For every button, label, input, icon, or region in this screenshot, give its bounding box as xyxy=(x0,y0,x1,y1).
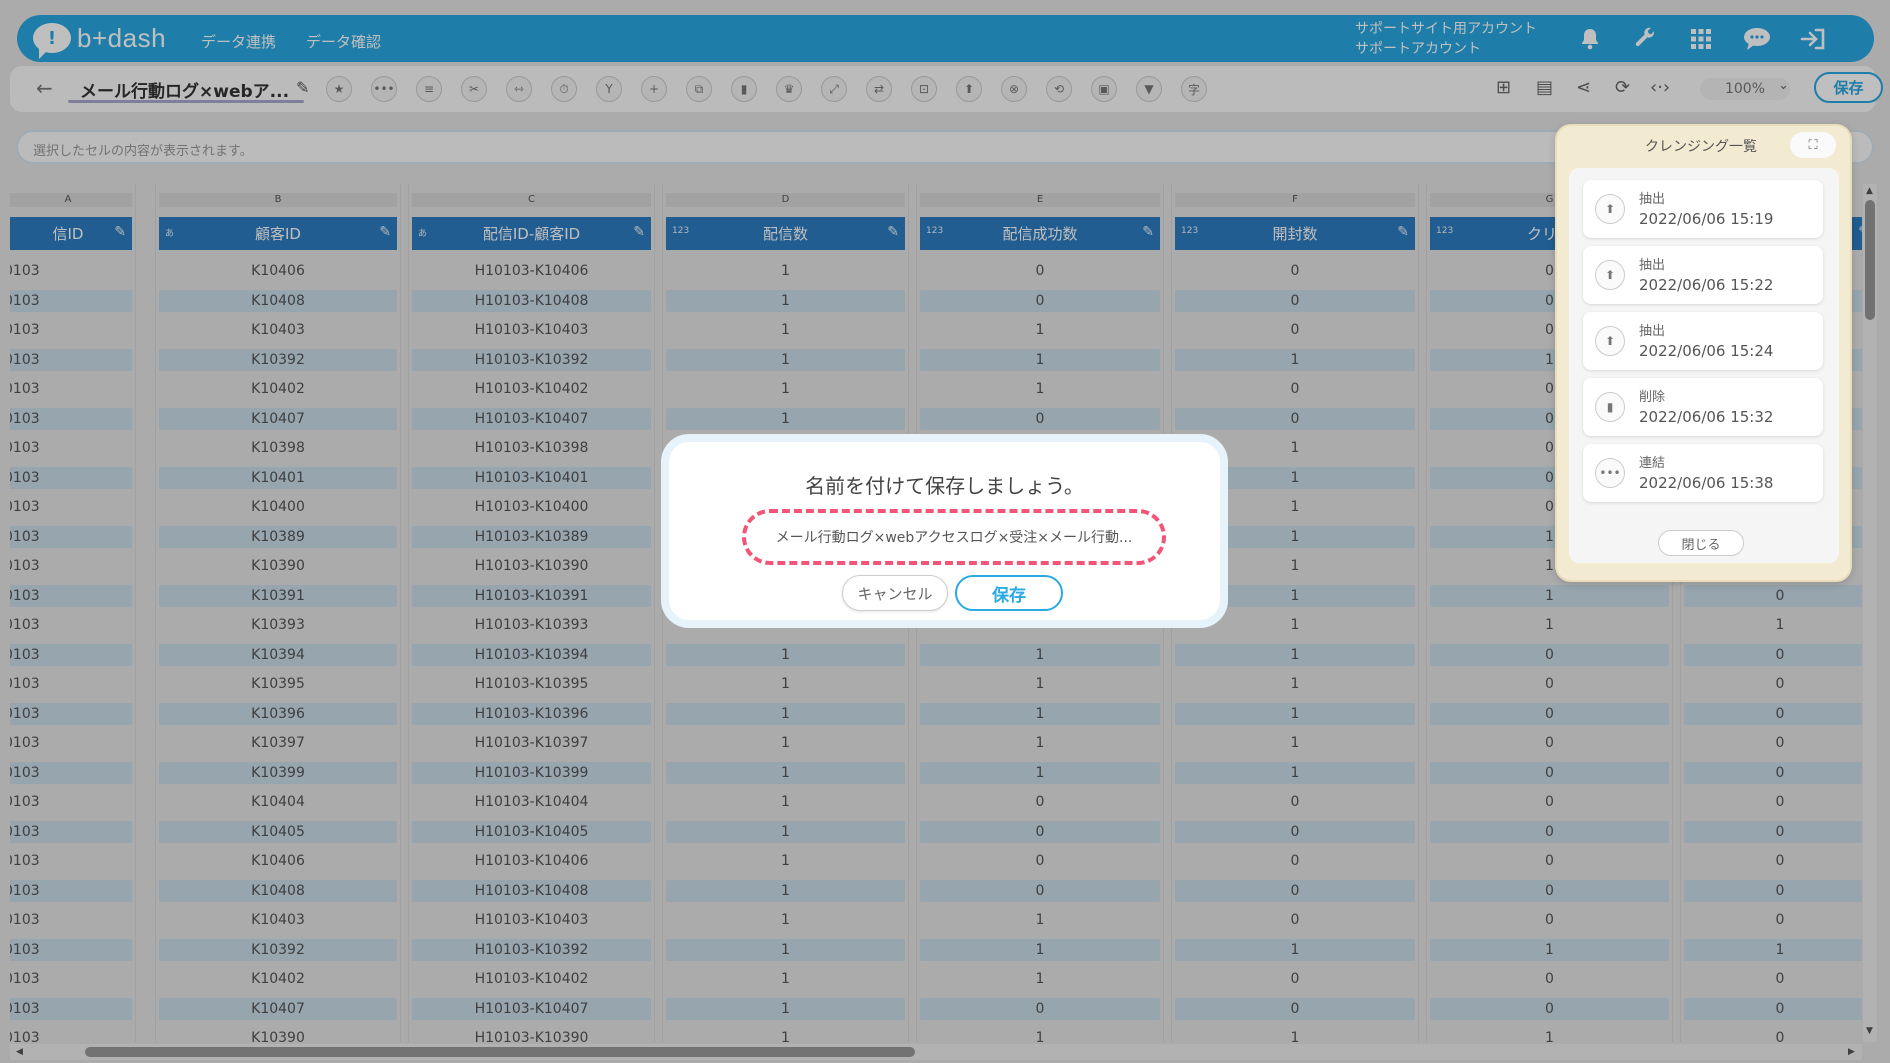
extract-icon: ⬆ xyxy=(1595,326,1625,356)
history-item-time: 2022/06/06 15:22 xyxy=(1639,276,1774,294)
extract-icon: ⬆ xyxy=(1595,194,1625,224)
trash-icon: ▮ xyxy=(1595,392,1625,422)
history-item[interactable]: ⬆ 抽出 2022/06/06 15:22 xyxy=(1583,246,1823,304)
history-item-name: 抽出 xyxy=(1639,192,1666,207)
dialog-title: 名前を付けて保存しましょう。 xyxy=(805,474,1084,498)
save-name-input[interactable]: メール行動ログ×webアクセスログ×受注×メール行動... xyxy=(742,509,1166,565)
history-item-time: 2022/06/06 15:24 xyxy=(1639,342,1774,360)
cancel-button[interactable]: キャンセル xyxy=(842,575,948,611)
history-item-name: 連結 xyxy=(1639,456,1666,471)
history-item-name: 削除 xyxy=(1639,390,1666,405)
history-item[interactable]: ••• 連結 2022/06/06 15:38 xyxy=(1583,444,1823,502)
history-item[interactable]: ⬆ 抽出 2022/06/06 15:24 xyxy=(1583,312,1823,370)
cleansing-history-list: ⬆ 抽出 2022/06/06 15:19 ⬆ 抽出 2022/06/06 15… xyxy=(1569,168,1839,563)
history-item-name: 抽出 xyxy=(1639,324,1666,339)
join-icon: ••• xyxy=(1595,458,1625,488)
history-item[interactable]: ▮ 削除 2022/06/06 15:32 xyxy=(1583,378,1823,436)
close-panel-button[interactable]: 閉じる xyxy=(1658,530,1744,556)
history-item-name: 抽出 xyxy=(1639,258,1666,273)
history-item[interactable]: ⬆ 抽出 2022/06/06 15:19 xyxy=(1583,180,1823,238)
dialog-save-button[interactable]: 保存 xyxy=(955,575,1063,611)
cleansing-panel-title: クレンジング一覧 xyxy=(1645,139,1757,155)
history-item-time: 2022/06/06 15:19 xyxy=(1639,210,1774,228)
fullscreen-icon[interactable]: ⛶ xyxy=(1790,132,1836,158)
extract-icon: ⬆ xyxy=(1595,260,1625,290)
history-item-time: 2022/06/06 15:32 xyxy=(1639,408,1774,426)
history-item-time: 2022/06/06 15:38 xyxy=(1639,474,1774,492)
save-name-dialog: 名前を付けて保存しましょう。 メール行動ログ×webアクセスログ×受注×メール行… xyxy=(661,434,1228,628)
cleansing-panel: クレンジング一覧 ⛶ ⬆ 抽出 2022/06/06 15:19 ⬆ 抽出 20… xyxy=(1555,124,1852,582)
